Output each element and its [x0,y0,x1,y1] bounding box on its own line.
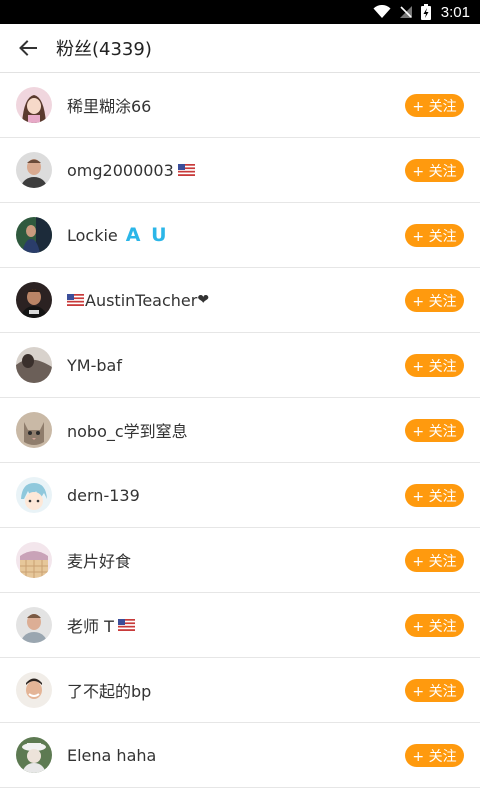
follow-button[interactable]: + 关注 [405,549,464,572]
us-flag-icon [117,619,135,631]
avatar[interactable] [16,347,52,383]
fan-name: 麦片好食 [67,552,132,571]
list-item[interactable]: 麦片好食 + 关注 [0,528,480,593]
list-item[interactable]: 老师 T + 关注 [0,593,480,658]
fan-name: nobo_c学到窒息 [67,422,188,441]
au-badge: A U [125,224,169,246]
avatar[interactable] [16,737,52,773]
page-title: 粉丝(4339) [56,39,152,60]
follow-button[interactable]: + 关注 [405,354,464,377]
list-item[interactable]: AustinTeacher ❤ + 关注 [0,268,480,333]
avatar[interactable] [16,217,52,253]
list-item[interactable]: 稀里糊涂66 + 关注 [0,73,480,138]
fan-name: dern-139 [67,485,140,505]
status-bar: 3:01 [0,0,480,24]
fan-name: omg2000003 [67,161,195,180]
back-button[interactable] [0,24,56,72]
follow-button[interactable]: + 关注 [405,224,464,247]
fan-name: AustinTeacher ❤ [67,291,209,310]
us-flag-icon [67,294,84,306]
list-item[interactable]: dern-139 + 关注 [0,463,480,528]
avatar[interactable] [16,607,52,643]
avatar[interactable] [16,477,52,513]
heart-icon: ❤ [197,292,210,308]
list-item[interactable]: Lockie A U + 关注 [0,203,480,268]
follow-button[interactable]: + 关注 [405,159,464,182]
list-item[interactable]: Elena haha + 关注 [0,723,480,788]
fan-name: 了不起的bp [67,682,152,701]
follow-button[interactable]: + 关注 [405,419,464,442]
signal-off-icon [399,6,412,18]
list-item[interactable]: YM-baf + 关注 [0,333,480,398]
list-item[interactable]: 了不起的bp + 关注 [0,658,480,723]
follow-button[interactable]: + 关注 [405,744,464,767]
status-time: 3:01 [440,3,470,21]
avatar[interactable] [16,412,52,448]
follow-button[interactable]: + 关注 [405,679,464,702]
follow-button[interactable]: + 关注 [405,484,464,507]
back-arrow-icon [19,40,37,56]
follow-button[interactable]: + 关注 [405,614,464,637]
fan-name: Lockie A U [67,224,169,246]
fan-name: Elena haha [67,745,157,765]
list-item[interactable]: omg2000003 + 关注 [0,138,480,203]
follow-button[interactable]: + 关注 [405,289,464,312]
avatar[interactable] [16,282,52,318]
battery-charging-icon [420,4,431,20]
us-flag-icon [177,164,195,176]
fan-name: 老师 T [67,613,135,637]
avatar[interactable] [16,152,52,188]
fans-list: 稀里糊涂66 + 关注 omg2000003 + 关注 Lockie A U +… [0,73,480,788]
avatar[interactable] [16,672,52,708]
app-bar: 粉丝(4339) [0,24,480,73]
avatar[interactable] [16,87,52,123]
list-item[interactable]: nobo_c学到窒息 + 关注 [0,398,480,463]
fan-name: 稀里糊涂66 [67,97,152,116]
avatar[interactable] [16,542,52,578]
follow-button[interactable]: + 关注 [405,94,464,117]
wifi-icon [373,5,391,18]
fan-name: YM-baf [67,355,122,375]
